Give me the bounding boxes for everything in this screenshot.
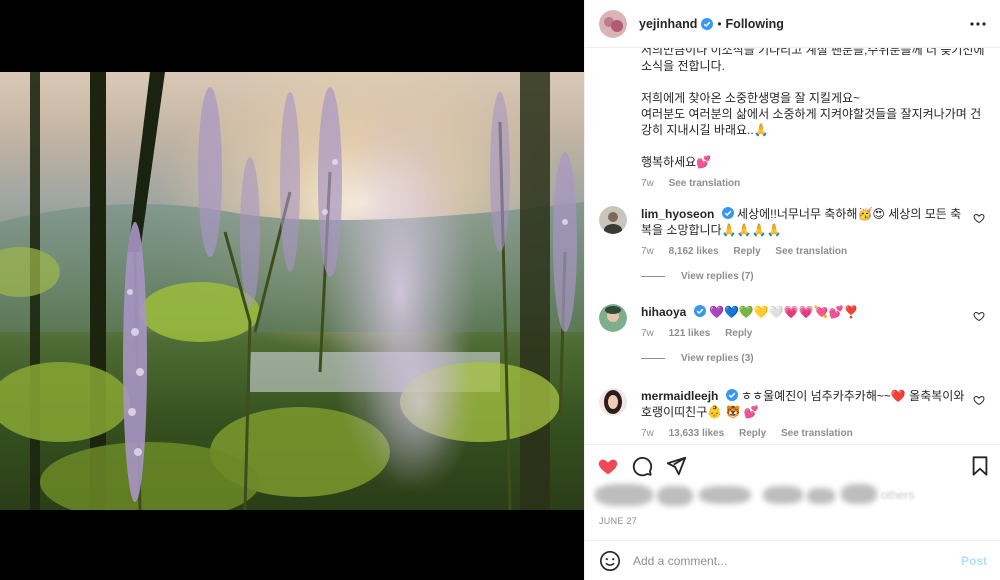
blurred-text bbox=[841, 484, 877, 504]
comment-item: mermaidleejh ㅎㅎ울예진이 넘추카추카해~~❤️ 올축복이와 호랭이… bbox=[599, 388, 989, 439]
comment-reply-button[interactable]: Reply bbox=[739, 428, 766, 439]
caption-paragraph-2: 저희에게 찾아온 소중한생명을 잘 지킬게요~ 여러분도 여러분의 삶에서 소중… bbox=[641, 91, 982, 137]
comment-age: 7w bbox=[641, 428, 654, 439]
post-header: yejinhand • Following bbox=[585, 0, 1000, 48]
commenter-avatar[interactable] bbox=[599, 304, 627, 332]
view-replies-button[interactable]: View replies (7) bbox=[641, 271, 989, 282]
commenter-username[interactable]: lim_hyoseon bbox=[641, 207, 714, 221]
comment-reply-button[interactable]: Reply bbox=[725, 328, 752, 339]
comment-reply-button[interactable]: Reply bbox=[733, 246, 760, 257]
blurred-avatar bbox=[595, 484, 653, 506]
comments-scroll-area[interactable]: 저의만큼이나 이소식을 기다리고 계실 팬분들,수위분들께 너 늦기전에 소식을… bbox=[585, 48, 1000, 444]
comment-body: mermaidleejh ㅎㅎ울예진이 넘추카추카해~~❤️ 올축복이와 호랭이… bbox=[641, 388, 971, 420]
comment-age: 7w bbox=[641, 246, 654, 257]
author-username[interactable]: yejinhand bbox=[639, 17, 697, 31]
post-comment-button[interactable]: Post bbox=[961, 554, 987, 568]
comment-like-heart-icon[interactable] bbox=[973, 394, 985, 406]
comment-body: hihaoya 💜💙💚💛🤍💗💗💘💕❣️ bbox=[641, 304, 971, 320]
comment-see-translation[interactable]: See translation bbox=[775, 246, 847, 257]
post-media-panel bbox=[0, 0, 584, 580]
replies-divider bbox=[641, 276, 665, 277]
comment-input[interactable]: Add a comment... bbox=[633, 554, 961, 568]
verified-badge-icon bbox=[693, 305, 706, 317]
comment-age: 7w bbox=[641, 328, 654, 339]
comment-like-heart-icon[interactable] bbox=[973, 310, 985, 322]
post-side-panel: yejinhand • Following 저의만큼이나 이소식을 기다리고 계… bbox=[584, 0, 1000, 580]
add-comment-bar: Add a comment... Post bbox=[585, 540, 1000, 580]
share-icon[interactable] bbox=[665, 455, 687, 477]
bookmark-icon[interactable] bbox=[969, 455, 991, 477]
post-date: JUNE 27 bbox=[599, 516, 638, 526]
caption-paragraph-1: 저의만큼이나 이소식을 기다리고 계실 팬분들,수위분들께 너 늦기전에 소식을… bbox=[641, 48, 985, 73]
verified-badge-icon bbox=[725, 389, 738, 401]
comment-likes[interactable]: 13,633 likes bbox=[669, 428, 725, 439]
commenter-avatar[interactable] bbox=[599, 388, 627, 416]
comment-icon[interactable] bbox=[631, 455, 653, 477]
comment-like-heart-icon[interactable] bbox=[973, 212, 985, 224]
comment-meta: 7w 121 likes Reply bbox=[641, 328, 989, 339]
comment-item: lim_hyoseon 세상에!!너무너무 축하해🥳😍 세상의 모든 축복을 소… bbox=[599, 206, 989, 282]
more-horizontal-icon[interactable] bbox=[969, 15, 987, 33]
comment-see-translation[interactable]: See translation bbox=[781, 428, 853, 439]
commenter-avatar[interactable] bbox=[599, 206, 627, 234]
view-replies-button[interactable]: View replies (3) bbox=[641, 353, 989, 364]
post-photo[interactable] bbox=[0, 72, 584, 510]
commenter-username[interactable]: hihaoya bbox=[641, 305, 686, 319]
following-button[interactable]: Following bbox=[726, 17, 784, 31]
comment-item: hihaoya 💜💙💚💛🤍💗💗💘💕❣️ 7w 121 likes Reply V… bbox=[599, 304, 989, 364]
blurred-text bbox=[763, 486, 803, 504]
emoji-smiley-icon[interactable] bbox=[599, 550, 621, 572]
comment-likes[interactable]: 8,162 likes bbox=[669, 246, 719, 257]
comment-text: 💜💙💚💛🤍💗💗💘💕❣️ bbox=[709, 305, 859, 319]
verified-badge-icon bbox=[701, 17, 714, 30]
view-replies-label: View replies (3) bbox=[681, 353, 754, 364]
commenter-username[interactable]: mermaidleejh bbox=[641, 389, 718, 403]
header-separator: • bbox=[717, 16, 722, 31]
blurred-text bbox=[657, 486, 693, 506]
heart-filled-icon[interactable] bbox=[597, 455, 619, 477]
caption-paragraph-3: 행복하세요💕 bbox=[641, 155, 712, 169]
blurred-text bbox=[699, 486, 751, 504]
caption-meta: 7w See translation bbox=[641, 176, 987, 192]
comment-meta: 7w 8,162 likes Reply See translation bbox=[641, 246, 989, 257]
author-avatar[interactable] bbox=[599, 9, 627, 38]
blurred-text bbox=[807, 488, 835, 504]
caption-age: 7w bbox=[641, 178, 654, 189]
replies-divider bbox=[641, 358, 665, 359]
comment-body: lim_hyoseon 세상에!!너무너무 축하해🥳😍 세상의 모든 축복을 소… bbox=[641, 206, 971, 238]
view-replies-label: View replies (7) bbox=[681, 271, 754, 282]
liked-by-row[interactable]: others bbox=[595, 480, 915, 514]
flower-photo-illustration bbox=[0, 72, 584, 510]
comment-meta: 7w 13,633 likes Reply See translation bbox=[641, 428, 989, 439]
post-actions-bar bbox=[585, 444, 1000, 484]
verified-badge-icon bbox=[721, 207, 734, 219]
comment-likes[interactable]: 121 likes bbox=[669, 328, 711, 339]
liked-by-others: others bbox=[881, 488, 915, 502]
post-caption: 저의만큼이나 이소식을 기다리고 계실 팬분들,수위분들께 너 늦기전에 소식을… bbox=[641, 48, 987, 192]
caption-see-translation[interactable]: See translation bbox=[669, 178, 741, 189]
